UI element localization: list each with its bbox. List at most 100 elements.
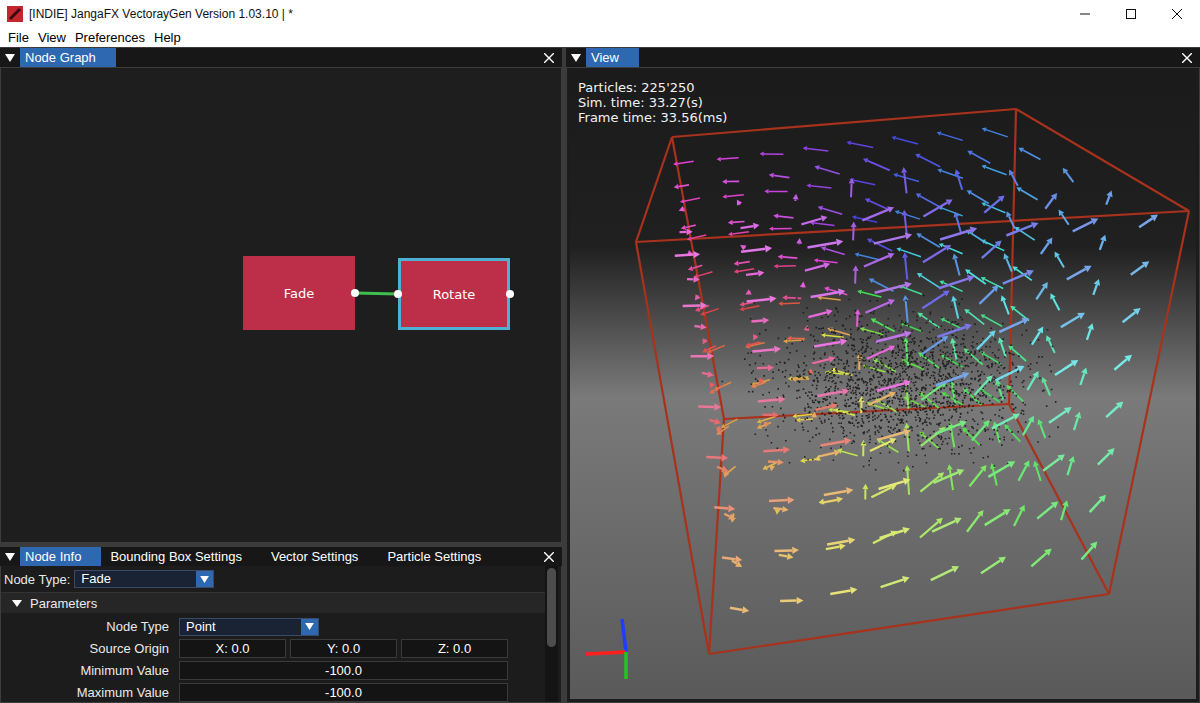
parameter-row: Source OriginX: 0.0Y: 0.0Z: 0.0 xyxy=(4,638,545,659)
vector-arrow xyxy=(737,200,742,206)
inspector-tab[interactable]: Bounding Box Settings xyxy=(105,547,262,566)
collapse-triangle-icon[interactable] xyxy=(5,553,15,561)
vector-arrow xyxy=(698,403,721,410)
panel-close-button[interactable] xyxy=(536,48,562,67)
vector-arrow xyxy=(830,587,857,594)
scrollbar-thumb[interactable] xyxy=(547,568,556,647)
vector-arrow xyxy=(752,346,781,353)
parameter-value: -100.0 xyxy=(179,683,508,702)
section-label: Parameters xyxy=(30,596,97,611)
graph-node[interactable]: Rotate xyxy=(398,258,510,330)
number-field[interactable]: -100.0 xyxy=(179,661,508,680)
vector-arrow xyxy=(1042,377,1050,395)
menu-item[interactable]: View xyxy=(34,28,70,47)
vector-arrow xyxy=(921,427,946,446)
minimize-button[interactable] xyxy=(1062,0,1108,28)
node-graph-canvas[interactable]: Fade Rotate xyxy=(0,67,562,543)
graph-node[interactable]: Fade xyxy=(243,256,355,330)
vector-arrow xyxy=(1006,211,1015,228)
ground-plane xyxy=(570,71,1196,699)
collapse-triangle-icon[interactable] xyxy=(5,54,15,62)
vector-arrow xyxy=(1139,215,1158,228)
vector-arrow xyxy=(881,576,910,587)
vector-arrow xyxy=(792,414,812,419)
panel-close-button[interactable] xyxy=(1174,48,1200,67)
vector-arrow xyxy=(780,597,803,604)
vector-arrow xyxy=(674,184,689,189)
dropdown-arrow xyxy=(196,571,213,587)
node-type-label: Node Type: xyxy=(4,572,70,587)
vector-arrow xyxy=(808,309,832,317)
panel-close-button[interactable] xyxy=(536,547,562,566)
parameter-dropdown[interactable]: Point xyxy=(179,618,319,636)
vector-arrow xyxy=(870,438,896,451)
panel-title-tab[interactable]: View xyxy=(586,48,639,67)
vector-arrow xyxy=(974,375,992,395)
vector-arrow xyxy=(1093,279,1100,295)
number-field[interactable]: -100.0 xyxy=(179,683,508,702)
vector-arrow xyxy=(901,167,907,193)
vector-arrow xyxy=(877,380,911,391)
vector-arrow xyxy=(680,198,700,203)
vector-arrow xyxy=(1074,412,1081,430)
vector-arrow xyxy=(1049,407,1072,423)
bounding-box-edge xyxy=(1009,109,1016,404)
panel-title-tab[interactable]: Node Graph xyxy=(20,48,116,67)
vector-arrow xyxy=(891,136,918,144)
node-info-content: Node Type:FadeParametersNode TypePointSo… xyxy=(1,566,545,702)
vector-arrow xyxy=(741,245,772,252)
parameter-value: Point xyxy=(179,618,508,636)
vector-component-field[interactable]: X: 0.0 xyxy=(179,639,286,658)
vector-arrow xyxy=(819,450,841,457)
vector-arrow xyxy=(865,198,891,210)
vector-arrow xyxy=(868,392,896,405)
panel-header: Node InfoBounding Box SettingsVector Set… xyxy=(0,547,562,566)
vector-arrow xyxy=(952,254,959,276)
vector-arrow xyxy=(779,553,794,560)
node-type-dropdown[interactable]: Fade xyxy=(74,570,214,588)
collapse-triangle-icon[interactable] xyxy=(571,54,581,62)
scrollbar[interactable] xyxy=(545,566,558,702)
vector-arrow xyxy=(992,414,1020,429)
vector-arrow xyxy=(936,372,969,386)
inspector-body: Node Type:FadeParametersNode TypePointSo… xyxy=(0,566,562,703)
close-window-button[interactable] xyxy=(1154,0,1200,28)
parameters-header[interactable]: Parameters xyxy=(1,592,545,613)
bounding-box-edge xyxy=(1016,109,1189,211)
vector-arrow xyxy=(923,245,951,262)
vector-arrow xyxy=(1037,419,1045,438)
inspector-tab[interactable]: Vector Settings xyxy=(266,547,378,566)
vector-component-field[interactable]: Y: 0.0 xyxy=(290,639,397,658)
maximize-button[interactable] xyxy=(1108,0,1154,28)
input-port[interactable] xyxy=(394,290,402,298)
vector-arrow xyxy=(1027,371,1038,390)
output-port[interactable] xyxy=(351,289,359,297)
vector-arrow xyxy=(1046,335,1055,353)
menu-item[interactable]: File xyxy=(4,28,33,47)
viewport[interactable]: Particles: 225'250Sim. time: 33.27(s)Fra… xyxy=(566,67,1200,703)
vector-arrow xyxy=(1006,385,1023,401)
vector-arrow xyxy=(1098,448,1115,465)
app-logo-icon xyxy=(7,6,23,22)
inspector-tab[interactable]: Particle Settings xyxy=(382,547,501,566)
vector-arrow xyxy=(855,253,880,260)
viewport-scene[interactable] xyxy=(570,71,1196,699)
vector-arrow xyxy=(1100,235,1107,250)
close-icon xyxy=(1172,9,1182,19)
menu-item[interactable]: Preferences xyxy=(71,28,149,47)
vector-arrow xyxy=(827,537,855,545)
output-port[interactable] xyxy=(506,290,514,298)
vector-arrow xyxy=(757,364,774,371)
vector-arrow xyxy=(1009,169,1018,186)
vector-arrow xyxy=(734,261,750,266)
vector-arrow xyxy=(865,299,895,313)
parameter-value: X: 0.0Y: 0.0Z: 0.0 xyxy=(179,639,508,658)
inspector-tab[interactable]: Node Info xyxy=(20,547,101,566)
vector-arrow xyxy=(709,418,721,425)
vector-component-field[interactable]: Z: 0.0 xyxy=(401,639,508,658)
window-title: [INDIE] JangaFX VectorayGen Version 1.03… xyxy=(29,7,1062,21)
vector-arrow xyxy=(981,557,1006,574)
title-bar: [INDIE] JangaFX VectorayGen Version 1.03… xyxy=(0,0,1200,28)
vector-arrow xyxy=(1003,270,1034,284)
menu-item[interactable]: Help xyxy=(150,28,185,47)
